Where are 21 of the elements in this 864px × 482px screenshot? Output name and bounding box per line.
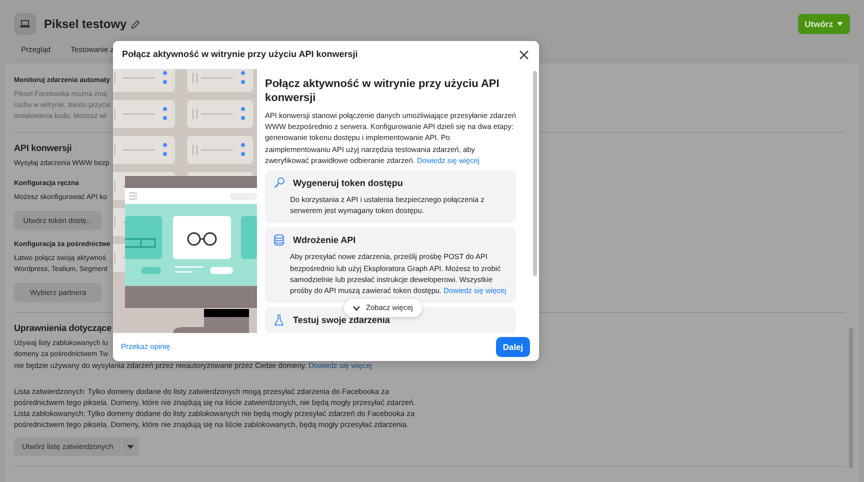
scrollbar[interactable] <box>533 71 537 276</box>
close-icon[interactable] <box>518 49 530 61</box>
section-heading: Uprawnienia dotyczące <box>14 322 112 335</box>
page-title: Piksel testowy <box>44 16 127 33</box>
chevron-down-icon <box>353 306 360 310</box>
dropdown-button[interactable] <box>121 437 140 456</box>
caret-icon <box>127 444 134 448</box>
step-title: Wdrożenie API <box>293 234 356 246</box>
edit-icon[interactable] <box>130 20 140 28</box>
laptop-icon <box>14 13 36 35</box>
step-title: Testuj swoje zdarzenia <box>293 314 390 326</box>
step-title: Wygeneruj token dostępu <box>293 177 403 190</box>
flask-icon <box>273 314 285 326</box>
caret-icon <box>837 22 843 26</box>
next-button[interactable]: Dalej <box>496 337 530 357</box>
dialog-heading: Połącz aktywność w witrynie przy użyciu API konwersji <box>265 77 500 105</box>
database-icon <box>273 234 285 246</box>
create-button[interactable]: Utwórz <box>798 14 850 34</box>
section-heading: API konwersji <box>14 142 72 155</box>
modal-title: Połącz aktywność w witrynie przy użyciu API konwersji <box>122 48 358 62</box>
key-icon <box>273 177 285 190</box>
